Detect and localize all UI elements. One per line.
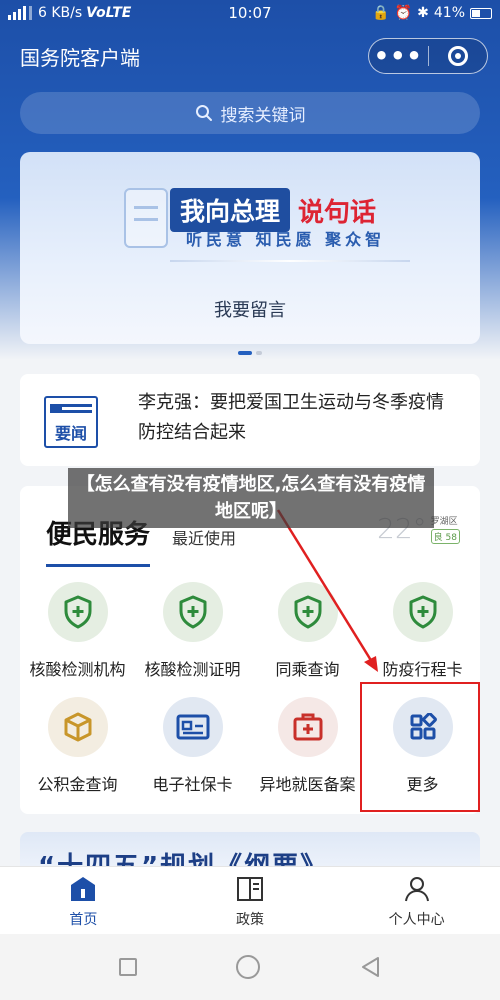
service-label: 同乘查询 xyxy=(275,660,340,679)
bluetooth-icon: ✱ xyxy=(417,5,429,21)
air-quality-badge: 良 58 xyxy=(430,529,460,544)
person-icon xyxy=(404,877,429,902)
app-header: 国务院客户端 ••• xyxy=(20,36,488,76)
service-label: 异地就医备案 xyxy=(259,775,356,794)
highlight-box xyxy=(360,682,480,812)
alarm-icon: ⏰ xyxy=(394,5,413,21)
document-icon xyxy=(124,188,168,248)
slogan-subtitle: 听民意 知民愿 聚众智 xyxy=(186,230,386,249)
bottom-tab-bar: 首页 政策 个人中心 xyxy=(0,866,500,934)
shield-plus-icon xyxy=(392,582,453,642)
home-icon xyxy=(71,877,96,901)
system-nav-bar xyxy=(0,934,500,1000)
active-tab-underline xyxy=(46,564,150,567)
overlay-caption: 【怎么查有没有疫情地区,怎么查有没有疫情地区呢】 xyxy=(68,468,434,528)
status-bar: 6 KB/s VoLTE 10:07 🔒 ⏰ ✱ 41% xyxy=(0,0,500,26)
more-dots-icon: ••• xyxy=(373,42,423,70)
slogan-red-text: 说句话 xyxy=(298,197,377,228)
service-label: 防疫行程卡 xyxy=(382,660,463,679)
box-icon xyxy=(47,697,108,757)
leave-message-link[interactable]: 我要留言 xyxy=(20,296,480,322)
medical-kit-icon xyxy=(277,697,338,757)
recent-apps-button[interactable] xyxy=(119,958,138,976)
tab-policy[interactable]: 政策 xyxy=(167,867,334,934)
target-icon xyxy=(447,46,468,66)
news-icon: 要闻 xyxy=(44,396,98,448)
service-label: 核酸检测机构 xyxy=(29,660,126,679)
carousel-indicator xyxy=(238,351,262,355)
battery-icon xyxy=(470,7,492,19)
service-remote-medical-filing[interactable]: 异地就医备案 xyxy=(250,697,365,812)
service-co-passenger-query[interactable]: 同乘查询 xyxy=(250,582,365,697)
more-button[interactable]: ••• xyxy=(369,39,428,73)
network-speed: 6 KB/s xyxy=(38,5,83,21)
shield-plus-icon xyxy=(277,582,338,642)
search-icon xyxy=(195,105,212,121)
weather-location: 罗湖区 xyxy=(430,517,458,527)
service-nucleic-test-agency[interactable]: 核酸检测机构 xyxy=(20,582,135,697)
service-nucleic-test-certificate[interactable]: 核酸检测证明 xyxy=(135,582,250,697)
news-card[interactable]: 要闻 李克强：要把爱国卫生运动与冬季疫情防控结合起来 xyxy=(20,374,480,466)
close-mini-program-button[interactable] xyxy=(429,39,488,73)
volte-indicator: VoLTE xyxy=(86,5,132,21)
mini-program-capsule: ••• xyxy=(368,38,488,74)
news-icon-label: 要闻 xyxy=(54,424,87,443)
tab-profile[interactable]: 个人中心 xyxy=(333,867,500,934)
service-label: 公积金查询 xyxy=(37,775,118,794)
tab-label: 首页 xyxy=(69,912,98,928)
back-button[interactable] xyxy=(359,955,381,979)
service-housing-fund-query[interactable]: 公积金查询 xyxy=(20,697,135,812)
tab-recently-used[interactable]: 最近使用 xyxy=(172,525,236,551)
service-travel-card[interactable]: 防疫行程卡 xyxy=(365,582,480,697)
signal-icon xyxy=(8,6,32,20)
lock-icon: 🔒 xyxy=(372,5,390,21)
service-label: 核酸检测证明 xyxy=(144,660,241,679)
tab-home[interactable]: 首页 xyxy=(0,867,167,934)
shield-plus-icon xyxy=(47,582,108,642)
app-title: 国务院客户端 xyxy=(20,45,140,70)
home-button[interactable] xyxy=(235,955,260,979)
service-label: 电子社保卡 xyxy=(152,775,233,794)
tab-label: 政策 xyxy=(236,912,264,928)
search-bar[interactable]: 搜索关键词 xyxy=(20,92,480,134)
service-social-security-card[interactable]: 电子社保卡 xyxy=(135,697,250,812)
tab-label: 个人中心 xyxy=(388,912,445,928)
banner-divider xyxy=(170,260,410,262)
search-placeholder: 搜索关键词 xyxy=(220,105,306,126)
battery-percent: 41% xyxy=(433,5,465,21)
carousel-dot-active xyxy=(238,351,252,355)
news-headline[interactable]: 李克强：要把爱国卫生运动与冬季疫情防控结合起来 xyxy=(138,388,456,448)
policy-icon xyxy=(237,877,263,901)
carousel-dot xyxy=(256,351,262,355)
id-card-icon xyxy=(162,697,223,757)
shield-plus-icon xyxy=(162,582,223,642)
feedback-banner[interactable]: 我向总理 说句话 听民意 知民愿 聚众智 我要留言 xyxy=(20,152,480,344)
